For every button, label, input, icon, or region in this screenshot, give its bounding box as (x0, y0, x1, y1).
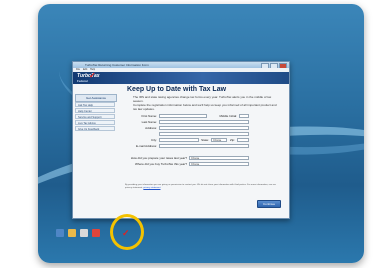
sidebar-item-help-center[interactable]: Help Center (75, 108, 115, 113)
question-1-label: How did you prepare your taxes last year… (130, 156, 187, 160)
last-name-field[interactable] (159, 120, 249, 124)
address-row-2 (119, 132, 285, 136)
privacy-link[interactable]: privacy statement (143, 187, 160, 189)
fine-print: By providing your information you are gi… (125, 184, 283, 190)
email-field[interactable] (159, 144, 249, 148)
highlight-circle (110, 214, 144, 250)
logo-tagline: Federal (77, 79, 88, 83)
question-1-row: How did you prepare your taxes last year… (119, 156, 285, 160)
zip-label: Zip: (229, 138, 235, 142)
intro-text-2: Complete the registration information be… (133, 103, 277, 111)
question-2-select[interactable]: Choose (189, 162, 249, 166)
taskbar-folder-icon[interactable] (68, 229, 76, 237)
first-name-label: First Name: (141, 114, 157, 118)
last-name-row: Last Name: (119, 120, 285, 124)
address-label: Address: (145, 126, 157, 130)
page-title: Keep Up to Date with Tax Law (127, 86, 227, 93)
middle-initial-label: Middle Initial: (219, 114, 237, 118)
city-row: City: State: Choose Zip: (119, 138, 285, 142)
taskbar-media-icon[interactable] (80, 229, 88, 237)
first-name-field[interactable] (159, 114, 207, 118)
continue-button[interactable]: Continue (257, 200, 281, 208)
sidebar-item-service-support[interactable]: Service and Support (75, 114, 115, 119)
app-window: TurboTax Returning Customer Information … (72, 61, 290, 219)
checkmark-icon: ✓ (89, 71, 96, 80)
question-1-select[interactable]: Choose (189, 156, 249, 160)
address-row: Address: (119, 126, 285, 130)
middle-initial-field[interactable] (239, 114, 249, 118)
city-label: City: (151, 138, 157, 142)
city-field[interactable] (159, 138, 199, 142)
sidebar: Get Assistance Ask Tax Help Help Center … (75, 86, 117, 216)
sidebar-item-feedback[interactable]: Give Us Feedback (75, 126, 115, 131)
main-content: Keep Up to Date with Tax Law The IRS and… (119, 86, 285, 216)
taskbar-ie-icon[interactable] (56, 229, 64, 237)
address-field[interactable] (159, 126, 249, 130)
question-2-label: Where did you buy TurboTax this year? (134, 162, 187, 166)
question-2-row: Where did you buy TurboTax this year? Ch… (119, 162, 285, 166)
address-field-2[interactable] (159, 132, 249, 136)
taskbar-app-icon[interactable] (92, 229, 100, 237)
sidebar-item-live-advice[interactable]: Live Tax Advice (75, 120, 115, 125)
last-name-label: Last Name: (141, 120, 157, 124)
sidebar-item-ask-tax-help[interactable]: Ask Tax Help (75, 102, 115, 107)
state-label: State: (201, 138, 209, 142)
first-name-row: First Name: Middle Initial: (119, 114, 285, 118)
email-row: E-mail Address: (119, 144, 285, 148)
app-header: TurboTax ✓ Federal (73, 71, 289, 84)
sidebar-heading: Get Assistance (75, 94, 117, 102)
zip-field[interactable] (237, 138, 249, 142)
state-select[interactable]: Choose (211, 138, 227, 142)
email-label: E-mail Address: (135, 144, 157, 148)
